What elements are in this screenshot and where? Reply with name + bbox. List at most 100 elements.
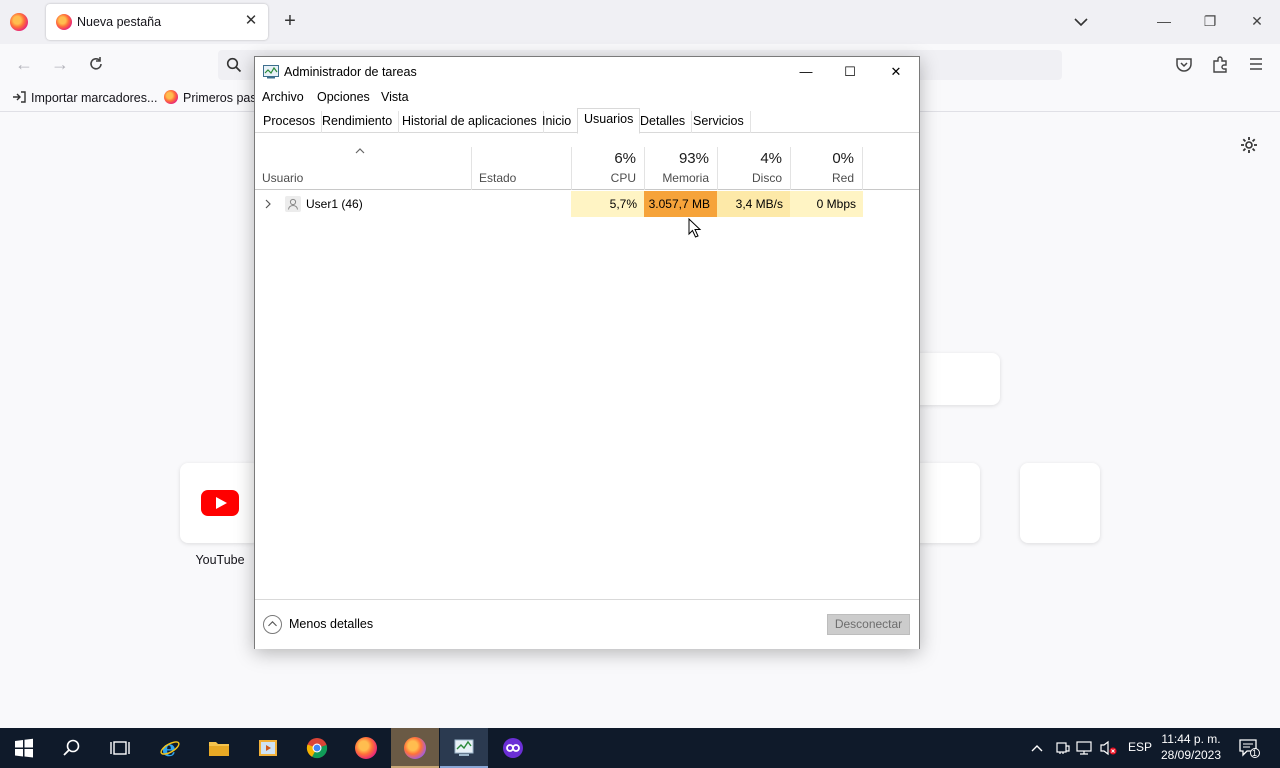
footer: Menos detalles Desconectar [255, 599, 919, 649]
import-icon [13, 91, 26, 103]
taskbar-chrome[interactable] [293, 728, 341, 768]
memory-total-percent: 93% [678, 150, 709, 167]
new-tab-button[interactable]: + [279, 10, 301, 32]
extensions-icon[interactable] [1209, 53, 1231, 75]
taskbar-task-manager[interactable] [440, 728, 488, 768]
column-disco[interactable]: 4% Disco [717, 147, 790, 190]
tab-procesos[interactable]: Procesos [257, 111, 323, 133]
taskbar-firefox-active[interactable] [391, 728, 439, 768]
taskbar: e ESP 11:44 p. m. 28/09/2023 1 [0, 728, 1280, 768]
browser-tabstrip: Nueva pestaña ✕ + — ❐ ✕ [0, 0, 1280, 44]
search-button[interactable] [48, 728, 96, 768]
tab-servicios[interactable]: Servicios [687, 111, 751, 133]
app-menu-icon[interactable] [1245, 53, 1267, 75]
network-icon[interactable] [1076, 740, 1094, 756]
back-icon[interactable]: ← [13, 53, 35, 75]
language-indicator[interactable]: ESP [1128, 740, 1152, 754]
tab-inicio[interactable]: Inicio [536, 111, 579, 133]
notification-count: 1 [1252, 748, 1258, 758]
close-browser-icon[interactable]: ✕ [1246, 10, 1268, 32]
taskbar-file-explorer[interactable] [195, 728, 243, 768]
device-icon[interactable] [1054, 740, 1070, 756]
tab-title: Nueva pestaña [77, 15, 162, 29]
tab-usuarios[interactable]: Usuarios [577, 108, 641, 134]
bookmark-label: Importar marcadores... [31, 91, 158, 105]
mouse-cursor-icon [688, 218, 702, 238]
taskbar-media-app[interactable] [244, 728, 292, 768]
task-manager-titlebar[interactable]: Administrador de tareas — ☐ ✕ [255, 57, 919, 87]
firefox-icon [355, 737, 377, 759]
minimize-browser-icon[interactable]: — [1153, 10, 1175, 32]
clock-time: 11:44 p. m. [1161, 732, 1221, 746]
column-estado[interactable]: Estado [471, 147, 571, 190]
app-icon [503, 738, 523, 758]
firefox-icon [164, 90, 178, 104]
menu-vista[interactable]: Vista [381, 90, 409, 104]
media-app-icon [259, 740, 277, 756]
task-view-button[interactable] [96, 728, 144, 768]
shortcut-youtube[interactable] [180, 463, 260, 543]
menu-archivo[interactable]: Archivo [262, 90, 304, 104]
tab-nueva-pestana[interactable]: Nueva pestaña ✕ [46, 4, 268, 40]
column-memoria[interactable]: 93% Memoria [644, 147, 717, 190]
start-button[interactable] [0, 728, 48, 768]
shortcut-empty[interactable] [1020, 463, 1100, 543]
network-total-percent: 0% [832, 150, 854, 167]
clock-date: 28/09/2023 [1160, 748, 1222, 762]
disk-cell: 3,4 MB/s [717, 191, 790, 217]
less-details-icon[interactable] [263, 615, 282, 634]
column-red[interactable]: 0% Red [790, 147, 863, 190]
forward-icon[interactable]: → [49, 53, 71, 75]
disk-total-percent: 4% [760, 150, 782, 167]
window-title: Administrador de tareas [284, 65, 417, 79]
show-hidden-icons-icon[interactable] [1030, 742, 1044, 754]
column-label: Estado [479, 171, 517, 185]
tab-rendimiento[interactable]: Rendimiento [316, 111, 400, 133]
column-label: Memoria [662, 171, 709, 185]
internet-explorer-icon: e [160, 737, 180, 759]
column-label: Disco [751, 171, 782, 185]
start-icon [15, 738, 33, 758]
column-usuario[interactable]: Usuario [255, 147, 471, 190]
disconnect-button[interactable]: Desconectar [827, 614, 910, 635]
clock[interactable]: 11:44 p. m. 28/09/2023 [1156, 731, 1226, 763]
volume-muted-icon[interactable] [1100, 740, 1118, 756]
search-icon [226, 57, 242, 73]
column-label: CPU [610, 171, 636, 185]
network-cell: 0 Mbps [790, 191, 863, 217]
minimize-icon[interactable]: — [791, 61, 821, 83]
tab-bar: Procesos Rendimiento Historial de aplica… [255, 108, 919, 134]
user-name: User1 (46) [306, 197, 363, 211]
youtube-icon [201, 490, 239, 516]
close-tab-icon[interactable]: ✕ [242, 12, 260, 30]
tab-historial[interactable]: Historial de aplicaciones [396, 111, 544, 133]
memory-cell: 3.057,7 MB [644, 191, 717, 217]
settings-gear-icon[interactable] [1239, 135, 1259, 155]
restore-browser-icon[interactable]: ❐ [1199, 10, 1221, 32]
firefox-view-icon[interactable] [10, 13, 28, 31]
file-explorer-icon [209, 742, 229, 756]
task-view-icon [110, 741, 130, 755]
cpu-total-percent: 6% [614, 150, 636, 167]
column-label: Usuario [262, 171, 304, 185]
table-row[interactable]: User1 (46) 5,7% 3.057,7 MB 3,4 MB/s 0 Mb… [255, 191, 919, 217]
maximize-icon[interactable]: ☐ [835, 61, 865, 83]
reload-icon[interactable] [85, 53, 107, 75]
pocket-icon[interactable] [1173, 53, 1195, 75]
taskbar-app[interactable] [489, 728, 537, 768]
cpu-cell: 5,7% [571, 191, 644, 217]
taskbar-internet-explorer[interactable]: e [146, 728, 194, 768]
tab-detalles[interactable]: Detalles [634, 111, 693, 133]
list-all-tabs-icon[interactable] [1070, 12, 1092, 32]
taskbar-firefox[interactable] [342, 728, 390, 768]
column-label: Red [831, 171, 854, 185]
column-cpu[interactable]: 6% CPU [571, 147, 644, 190]
firefox-active-icon [404, 737, 426, 759]
menu-opciones[interactable]: Opciones [317, 90, 370, 104]
search-icon [63, 739, 80, 756]
chrome-icon [306, 738, 328, 759]
expand-chevron-icon[interactable] [263, 198, 273, 210]
bookmark-import[interactable]: Importar marcadores... [12, 90, 157, 105]
close-icon[interactable]: ✕ [881, 61, 911, 83]
less-details-link[interactable]: Menos detalles [289, 617, 373, 631]
